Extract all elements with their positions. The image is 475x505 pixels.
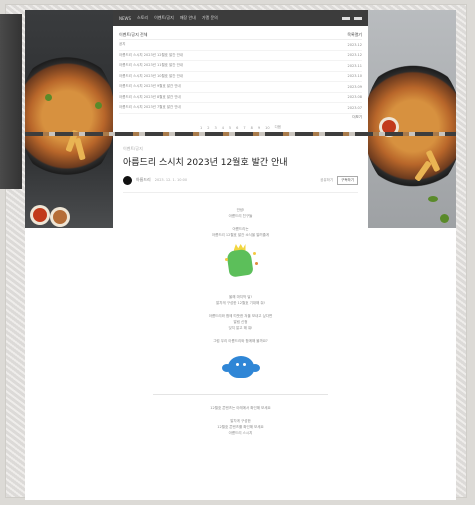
body-text: 아름드리 12월호 발간 소식을 알려줄게 bbox=[211, 233, 270, 237]
post-author[interactable]: 아름드리 bbox=[136, 177, 151, 183]
page-link[interactable]: 1 bbox=[200, 126, 202, 130]
list-header: 이벤트/공지 전체 목록열기 bbox=[119, 30, 362, 40]
post-title: 아름드리 스시치 2023년 12월호 발간 안내 bbox=[123, 158, 288, 168]
top-navigation: NEWS 스토리 이벤트/공지 매장 안내 가맹 문의 bbox=[113, 10, 368, 26]
nav-item[interactable]: 이벤트/공지 bbox=[154, 15, 174, 21]
page-link[interactable]: 8 bbox=[251, 126, 253, 130]
menu-icon[interactable] bbox=[354, 16, 362, 20]
post-list-panel: 이벤트/공지 전체 목록열기 공지 2023.12 아름드리 스시치 2023년 … bbox=[113, 26, 368, 134]
nav-item[interactable]: 가맹 문의 bbox=[202, 15, 218, 21]
page-link[interactable]: 5 bbox=[229, 126, 231, 130]
post-body: 안녕! 아름드리 친구들 아름드리는 아름드리 12월호 발간 소식을 알려줄게… bbox=[113, 193, 368, 436]
post-meta: 아름드리 2023. 12. 1. 10:00 공유하기 구독하기 bbox=[113, 172, 368, 188]
food-plate-left bbox=[25, 48, 115, 184]
list-item[interactable]: 아름드리 스시치 2023년 9월호 발간 안내 2023.09 bbox=[119, 82, 362, 93]
page-link[interactable]: 3 bbox=[214, 126, 216, 130]
list-item[interactable]: 공지 2023.12 bbox=[119, 40, 362, 51]
list-toggle-button[interactable]: 목록열기 bbox=[347, 32, 362, 38]
search-icon[interactable] bbox=[342, 16, 350, 20]
page-link[interactable]: 9 bbox=[258, 126, 260, 130]
more-link[interactable]: 더보기 bbox=[119, 114, 362, 122]
avatar[interactable] bbox=[123, 175, 132, 185]
herb-decoration bbox=[45, 94, 52, 101]
herb-decoration bbox=[428, 196, 438, 202]
herb-decoration bbox=[440, 214, 449, 223]
page-link[interactable]: 4 bbox=[222, 126, 224, 130]
page-link[interactable]: 2 bbox=[207, 126, 209, 130]
share-button[interactable]: 공유하기 bbox=[320, 178, 333, 183]
list-item[interactable]: 아름드리 스시치 2023년 7월호 발간 안내 2023.07 bbox=[119, 103, 362, 114]
list-item[interactable]: 아름드리 스시치 2023년 8월호 발간 안내 2023.08 bbox=[119, 93, 362, 103]
nav-item[interactable]: NEWS bbox=[119, 16, 131, 21]
list-item[interactable]: 아름드리 스시치 2023년 11월호 발간 안내 2023.11 bbox=[119, 61, 362, 72]
subscribe-button[interactable]: 구독하기 bbox=[337, 175, 358, 185]
nav-item[interactable]: 매장 안내 bbox=[180, 15, 196, 21]
content-column: NEWS 스토리 이벤트/공지 매장 안내 가맹 문의 이벤트/공지 전체 목록… bbox=[25, 10, 456, 500]
food-photo-right bbox=[364, 10, 456, 228]
outer-photo-edge bbox=[0, 14, 22, 189]
body-text: 아름드리 스시치 bbox=[228, 431, 253, 435]
list-item[interactable]: 아름드리 스시치 2023년 12월호 발간 안내 2023.12 bbox=[119, 51, 362, 61]
food-photo-left bbox=[25, 10, 115, 228]
post-article: 이벤트/공지 아름드리 스시치 2023년 12월호 발간 안내 아름드리 20… bbox=[113, 146, 368, 436]
food-plate-right bbox=[364, 56, 456, 196]
browser-screen: NEWS 스토리 이벤트/공지 매장 안내 가맹 문의 이벤트/공지 전체 목록… bbox=[25, 10, 456, 500]
green-character-sticker bbox=[224, 244, 258, 278]
nav-utility bbox=[342, 16, 362, 20]
herb-decoration bbox=[95, 102, 102, 109]
sauce-bowl bbox=[53, 210, 67, 224]
decorative-photo-strip bbox=[25, 132, 456, 136]
section-divider bbox=[153, 394, 328, 395]
blue-character-sticker bbox=[221, 354, 260, 380]
list-item[interactable]: 아름드리 스시치 2023년 10월호 발간 안내 2023.10 bbox=[119, 72, 362, 82]
list-header-title: 이벤트/공지 전체 bbox=[119, 31, 148, 37]
sauce-bowl bbox=[33, 208, 47, 222]
page-next-link[interactable]: 다음 bbox=[275, 125, 281, 130]
post-category[interactable]: 이벤트/공지 bbox=[113, 146, 368, 154]
page-link[interactable]: 6 bbox=[236, 126, 238, 130]
page-link[interactable]: 7 bbox=[243, 126, 245, 130]
post-date: 2023. 12. 1. 10:00 bbox=[154, 178, 188, 182]
nav-item[interactable]: 스토리 bbox=[137, 15, 148, 21]
page-link[interactable]: 10 bbox=[265, 126, 269, 130]
body-text: 그럼 우리 아름드리와 함께해 볼까요? bbox=[213, 339, 268, 343]
